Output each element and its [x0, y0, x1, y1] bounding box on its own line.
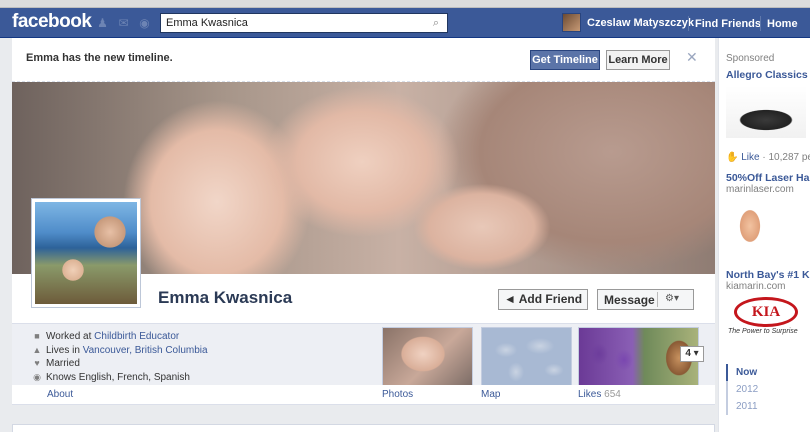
get-timeline-button[interactable]: Get Timeline [530, 50, 600, 70]
message-label: Message [604, 293, 655, 307]
ad-image-model[interactable] [726, 196, 772, 256]
add-friend-label: Add Friend [518, 292, 583, 306]
top-navigation-bar: facebook ♟ ✉ ◉ ⌕ Czeslaw Matyszczyk Find… [0, 8, 810, 38]
more-sections-button[interactable]: 4 ▾ [680, 346, 704, 362]
fact-relationship: ♥ Married [32, 357, 208, 371]
profile-facts: ■ Worked at Childbirth Educator ▲ Lives in… [32, 330, 208, 384]
sponsored-heading: Sponsored [726, 53, 775, 64]
kia-ad-image[interactable]: KIA The Power to Surprise [726, 294, 808, 342]
search-input[interactable] [161, 14, 423, 32]
button-divider [657, 292, 658, 307]
message-button[interactable]: Message ⚙▾ [597, 289, 694, 310]
add-friend-button[interactable]: ◄ Add Friend [498, 289, 588, 310]
work-link[interactable]: Childbirth Educator [94, 331, 179, 342]
user-profile-link[interactable]: Czeslaw Matyszczyk [562, 13, 694, 32]
likes-label: Likes [578, 389, 602, 400]
like-count: · 10,287 pe [762, 152, 810, 163]
globe-icon: ◉ [33, 371, 41, 382]
timeline-nav-2011[interactable]: 2011 [728, 398, 758, 415]
ad-like-row: ✋ Like · 10,287 pe [726, 152, 810, 163]
likes-link[interactable]: Likes 654 [578, 389, 621, 400]
find-friends-link[interactable]: Find Friends [695, 18, 761, 30]
kia-tagline: The Power to Surprise [728, 328, 798, 335]
about-link[interactable]: About [47, 389, 73, 400]
timeline-story-box [12, 424, 715, 432]
close-icon[interactable]: ✕ [686, 49, 698, 66]
add-friend-icon: ◄ [503, 292, 516, 306]
location-link[interactable]: Vancouver, British Columbia [83, 345, 208, 356]
map-thumbnail[interactable] [481, 327, 572, 387]
timeline-nav-2012[interactable]: 2012 [728, 381, 758, 398]
search-icon[interactable]: ⌕ [429, 16, 443, 30]
like-link[interactable]: Like [741, 152, 759, 163]
nav-divider [688, 16, 689, 31]
ad-title-kia[interactable]: North Bay's #1 KIA [726, 269, 810, 281]
home-icon: ▲ [32, 344, 42, 355]
friend-requests-icon[interactable]: ♟ [95, 16, 110, 30]
fact-languages-text: Knows English, French, Spanish [46, 371, 190, 383]
fact-work: ■ Worked at Childbirth Educator [32, 330, 208, 344]
timeline-year-nav: Now 2012 2011 [726, 364, 758, 415]
learn-more-button[interactable]: Learn More [606, 50, 670, 70]
timeline-nav-now[interactable]: Now [726, 364, 758, 381]
notification-jewels: ♟ ✉ ◉ [95, 16, 152, 30]
fact-location-prefix: Lives in [46, 344, 83, 356]
nav-divider [760, 16, 761, 31]
more-count: 4 [685, 348, 691, 359]
browser-chrome-strip [0, 0, 810, 8]
fact-work-prefix: Worked at [46, 331, 95, 342]
ad-url-kia: kiamarin.com [726, 281, 786, 292]
fact-relationship-text: Married [46, 358, 80, 369]
messages-icon[interactable]: ✉ [116, 16, 131, 30]
photos-thumbnail[interactable] [382, 327, 473, 387]
fact-location: ▲ Lives in Vancouver, British Columbia [32, 344, 208, 358]
gear-dropdown-icon[interactable]: ⚙▾ [665, 293, 679, 304]
likes-count: 654 [604, 389, 621, 400]
ad-image-lounger[interactable] [726, 86, 806, 138]
user-name: Czeslaw Matyszczyk [587, 16, 694, 29]
home-link[interactable]: Home [767, 18, 798, 30]
notifications-globe-icon[interactable]: ◉ [137, 16, 152, 30]
profile-details: ■ Worked at Childbirth Educator ▲ Lives in… [12, 323, 715, 387]
fact-languages: ◉ Knows English, French, Spanish [32, 371, 208, 385]
heart-icon: ♥ [34, 358, 40, 368]
photos-link[interactable]: Photos [382, 389, 413, 400]
thumbs-up-icon[interactable]: ✋ [726, 152, 738, 163]
facebook-logo[interactable]: facebook [12, 11, 92, 33]
briefcase-icon: ■ [34, 331, 40, 341]
avatar [562, 13, 581, 32]
profile-picture-image [35, 202, 137, 304]
ad-title-allegro[interactable]: Allegro Classics [726, 69, 808, 81]
ad-url-laser: marinlaser.com [726, 184, 794, 195]
profile-name: Emma Kwasnica [158, 288, 293, 307]
profile-picture[interactable] [31, 198, 141, 308]
timeline-banner: Emma has the new timeline. Get Timeline … [12, 38, 715, 82]
profile-captions: About Photos Map Likes 654 [12, 385, 715, 405]
kia-logo: KIA [734, 297, 798, 327]
ad-title-laser[interactable]: 50%Off Laser Hair [726, 172, 810, 184]
right-sidebar: Sponsored Allegro Classics ✋ Like · 10,2… [718, 38, 810, 432]
banner-message: Emma has the new timeline. [26, 52, 173, 64]
map-link[interactable]: Map [481, 389, 500, 400]
main-content: Emma has the new timeline. Get Timeline … [12, 38, 715, 432]
search-box: ⌕ [160, 13, 448, 33]
